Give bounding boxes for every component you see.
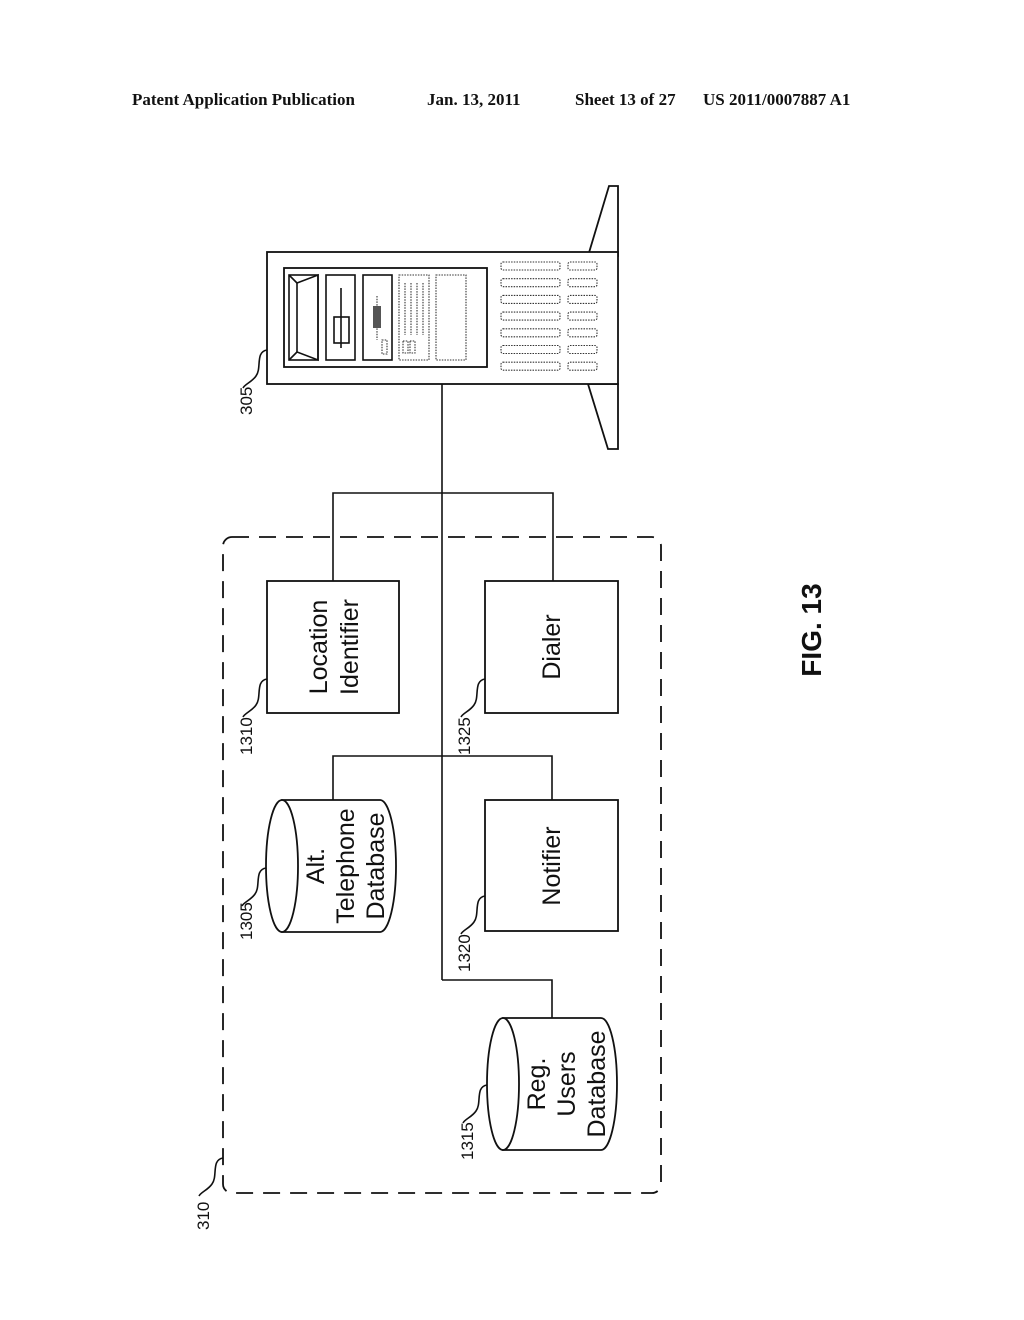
leader-1325 [460, 678, 486, 718]
leader-310 [198, 1157, 224, 1197]
ref-1305: 1305 [237, 902, 256, 940]
reg-users-line-2: Users [553, 1051, 581, 1116]
location-identifier-box: Location Identifier [266, 580, 400, 714]
cylinder-cap [486, 1017, 520, 1151]
notifier-box: Notifier [484, 799, 619, 932]
cylinder-cap [265, 799, 299, 933]
ref-305: 305 [237, 387, 256, 415]
figure-title: FIG. 13 [796, 583, 827, 676]
ref-1325: 1325 [455, 717, 474, 755]
ref-310: 310 [194, 1202, 213, 1230]
server-bay-panel [283, 267, 488, 368]
reg-users-line-3: Database [583, 1030, 611, 1137]
dialer-box: Dialer [484, 580, 619, 714]
reg-users-database-cylinder: Reg. Users Database [486, 1017, 618, 1151]
ref-1320: 1320 [455, 934, 474, 972]
leader-1305 [241, 867, 267, 907]
leader-1315 [462, 1084, 488, 1124]
notifier-label: Notifier [538, 826, 566, 905]
server-foot-top [586, 185, 619, 257]
dialer-label: Dialer [538, 614, 566, 679]
location-identifier-line-2: Identifier [336, 599, 364, 695]
leader-1310 [242, 678, 268, 718]
bus-branch-top [332, 492, 554, 581]
bus-branch-bottom [442, 979, 553, 1018]
server-foot-bottom [586, 383, 619, 450]
ref-1310: 1310 [237, 717, 256, 755]
zip-indicator [373, 306, 381, 328]
leader-1320 [460, 895, 486, 935]
alt-telephone-database-cylinder: Alt. Telephone Database [265, 799, 397, 933]
figure-diagram: 305 Location Identifier 1310 Dialer 1325… [194, 185, 827, 1230]
location-identifier-rect [266, 580, 400, 714]
reg-users-line-1: Reg. [523, 1058, 551, 1111]
alt-telephone-line-2: Telephone [332, 808, 360, 923]
alt-telephone-line-3: Database [362, 812, 390, 919]
location-identifier-line-1: Location [305, 600, 333, 695]
leader-305 [242, 349, 268, 389]
ref-1315: 1315 [458, 1122, 477, 1160]
alt-telephone-line-1: Alt. [302, 848, 330, 884]
